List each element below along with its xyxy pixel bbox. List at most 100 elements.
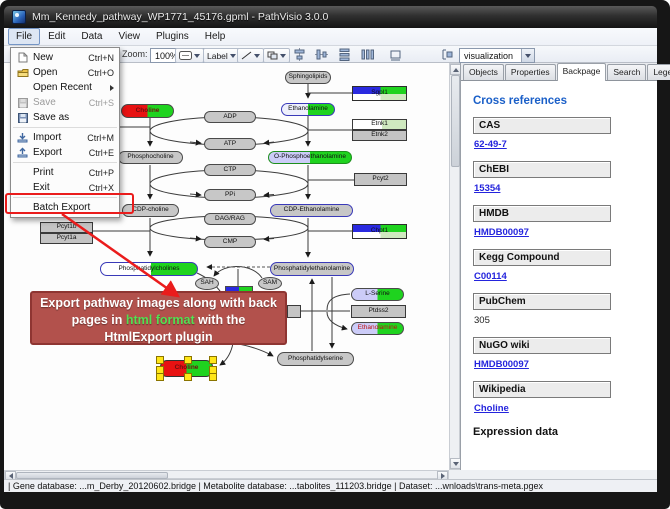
node-ethanolamine-top[interactable]: Ethanolamine [281, 103, 335, 116]
node-phosphatidylserine[interactable]: Phosphatidylserine [277, 352, 354, 366]
save-as-disk-icon [15, 112, 30, 124]
node-etnk2[interactable]: Etnk2 [352, 130, 407, 141]
chevron-down-icon[interactable] [280, 54, 286, 58]
align-center-x-icon [293, 48, 306, 61]
menu-item-data[interactable]: Data [73, 28, 110, 45]
crossref-link[interactable]: HMDB00097 [474, 359, 529, 370]
selection-handle[interactable] [156, 373, 164, 381]
shape-icon [267, 51, 278, 60]
crossref-link[interactable]: HMDB00097 [474, 227, 529, 238]
chevron-down-icon[interactable] [194, 54, 200, 58]
menu-item-edit[interactable]: Edit [40, 28, 73, 45]
selection-handle[interactable] [184, 356, 192, 364]
chevron-down-icon[interactable] [230, 54, 236, 58]
menu-item-view[interactable]: View [110, 28, 148, 45]
gene-tool-button[interactable] [175, 48, 204, 63]
selection-handle[interactable] [156, 356, 164, 364]
node-phosphocholine[interactable]: Phosphocholine [118, 151, 183, 164]
node-label: Sgpl1 [353, 87, 406, 100]
chevron-down-icon[interactable] [254, 54, 260, 58]
node-pcyt1b[interactable]: Pcyt1b [40, 222, 93, 233]
file-menu-item-import[interactable]: Import Ctrl+M [11, 130, 119, 145]
selection-handle[interactable] [184, 373, 192, 381]
tab-backpage[interactable]: Backpage [557, 63, 607, 81]
crossref-section: NuGO wiki HMDB00097 [473, 337, 657, 372]
label-tool-button[interactable]: Label [203, 48, 240, 63]
node-phosphatidylethanolamine[interactable]: Phosphatidylethanolamine [270, 262, 354, 276]
node-cdp-choline[interactable]: CDP-choline [122, 204, 179, 217]
line-tool-button[interactable] [237, 48, 264, 63]
node-ethanolamine-bottom[interactable]: Ethanolamine [351, 322, 404, 335]
file-menu-item-export[interactable]: Export Ctrl+E [11, 145, 119, 160]
node-sgpl1[interactable]: Sgpl1 [352, 86, 407, 101]
node-sphingolipids[interactable]: Sphingolipids [285, 71, 331, 84]
export-view-button[interactable] [440, 48, 455, 61]
menu-item-plugins[interactable]: Plugins [148, 28, 197, 45]
canvas-h-scrollbar[interactable] [4, 470, 449, 479]
menu-bar: File Edit Data View Plugins Help [4, 28, 657, 46]
node-atp[interactable]: ATP [204, 138, 256, 150]
node-pcyt1a[interactable]: Pcyt1a [40, 233, 93, 244]
callout-line-1: Export pathway images along with back [32, 295, 285, 312]
menu-label: Print [30, 167, 89, 178]
node-chpt1[interactable]: Chpt1 [352, 224, 407, 239]
node-phosphatidylcholines[interactable]: Phosphatidylcholines [100, 262, 198, 276]
align-center-x-button[interactable] [292, 48, 307, 61]
export-view-icon [441, 48, 454, 61]
node-ctp[interactable]: CTP [204, 164, 256, 176]
node-cmp[interactable]: CMP [204, 236, 256, 248]
crossref-link[interactable]: 62-49-7 [474, 139, 507, 150]
node-l-serine[interactable]: L-Serine [351, 288, 404, 301]
align-center-y-button[interactable] [314, 48, 329, 61]
file-menu-item-batch-export[interactable]: Batch Export [11, 200, 119, 215]
crossref-section: Kegg Compound C00114 [473, 249, 657, 284]
file-menu-item-open[interactable]: Open Ctrl+O [11, 65, 119, 80]
file-menu-item-save-as[interactable]: Save as [11, 110, 119, 125]
canvas-v-scrollbar[interactable] [449, 63, 460, 470]
save-disk-icon [15, 97, 30, 109]
distribute-columns-button[interactable] [360, 48, 375, 61]
node-adp[interactable]: ADP [204, 111, 256, 123]
file-menu-item-exit[interactable]: Exit Ctrl+X [11, 180, 119, 195]
selection-handle[interactable] [209, 356, 217, 364]
shape-tool-button[interactable] [263, 48, 290, 63]
visualization-select[interactable]: visualization [459, 48, 535, 63]
title-bar[interactable]: Mm_Kennedy_pathway_WP1771_45176.gpml - P… [4, 6, 657, 28]
node-cdp-ethanolamine[interactable]: CDP-Ethanolamine [270, 204, 353, 217]
node-o-phosphoethanolamine[interactable]: O-Phosphoethanolamine [268, 151, 352, 164]
h-scroll-thumb[interactable] [16, 472, 168, 479]
crossref-link[interactable]: C00114 [474, 271, 507, 282]
tab-legend[interactable]: Legend [647, 64, 670, 80]
common-size-icon [389, 48, 402, 61]
node-choline-selected[interactable]: Choline [160, 360, 213, 377]
node-etnk1[interactable]: Etnk1 [352, 119, 407, 130]
v-scroll-thumb[interactable] [451, 75, 460, 167]
crossref-link[interactable]: Choline [474, 403, 509, 414]
menu-item-help[interactable]: Help [197, 28, 234, 45]
file-menu-item-print[interactable]: Print Ctrl+P [11, 165, 119, 180]
node-sam[interactable]: SAM [258, 277, 282, 290]
node-ppi[interactable]: PPi [204, 189, 256, 201]
crossref-section: PubChem 305 [473, 293, 657, 328]
menu-item-file[interactable]: File [8, 28, 40, 45]
crossref-link[interactable]: 15354 [474, 183, 500, 194]
tab-properties[interactable]: Properties [505, 64, 556, 80]
distribute-rows-button[interactable] [337, 48, 352, 61]
menu-separator [13, 127, 117, 128]
chevron-down-icon[interactable] [521, 49, 534, 62]
file-menu-item-save[interactable]: Save Ctrl+S [11, 95, 119, 110]
node-ptdss2[interactable]: Ptdss2 [351, 305, 406, 318]
file-menu: New Ctrl+N Open Ctrl+O Open Recent Save … [10, 47, 120, 218]
file-menu-item-open-recent[interactable]: Open Recent [11, 80, 119, 95]
selection-handle[interactable] [209, 373, 217, 381]
align-center-y-icon [315, 48, 328, 61]
file-menu-item-new[interactable]: New Ctrl+N [11, 50, 119, 65]
node-pcyt2[interactable]: Pcyt2 [354, 173, 407, 186]
node-dag[interactable]: DAG/RAG [204, 213, 256, 225]
common-size-button[interactable] [388, 48, 403, 61]
node-sah[interactable]: SAH [195, 277, 219, 290]
node-choline-top[interactable]: Choline [121, 104, 174, 118]
tab-search[interactable]: Search [607, 64, 646, 80]
tab-objects[interactable]: Objects [463, 64, 504, 80]
node-gene-hidden[interactable] [287, 305, 301, 318]
